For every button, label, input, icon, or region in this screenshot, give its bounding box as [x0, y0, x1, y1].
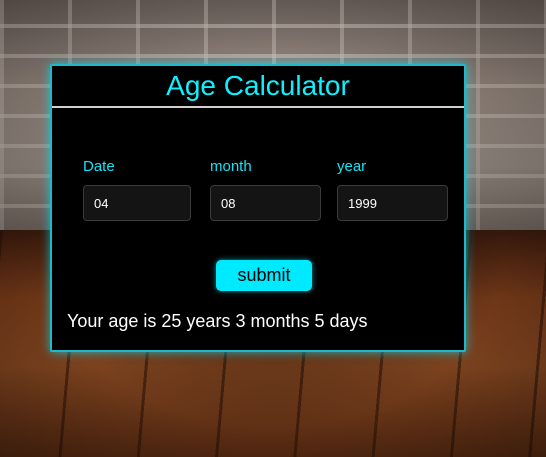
page-title: Age Calculator	[166, 70, 350, 101]
title-divider	[52, 106, 464, 108]
age-result-text: Your age is 25 years 3 months 5 days	[67, 311, 368, 331]
date-input[interactable]	[83, 185, 191, 221]
year-input[interactable]	[337, 185, 448, 221]
date-label: Date	[83, 158, 115, 175]
year-label: year	[337, 158, 367, 175]
month-input[interactable]	[210, 185, 321, 221]
age-calculator-card: Age Calculator Date month year submit Yo…	[50, 64, 466, 352]
submit-button[interactable]: submit	[216, 260, 312, 291]
month-label: month	[210, 158, 252, 175]
